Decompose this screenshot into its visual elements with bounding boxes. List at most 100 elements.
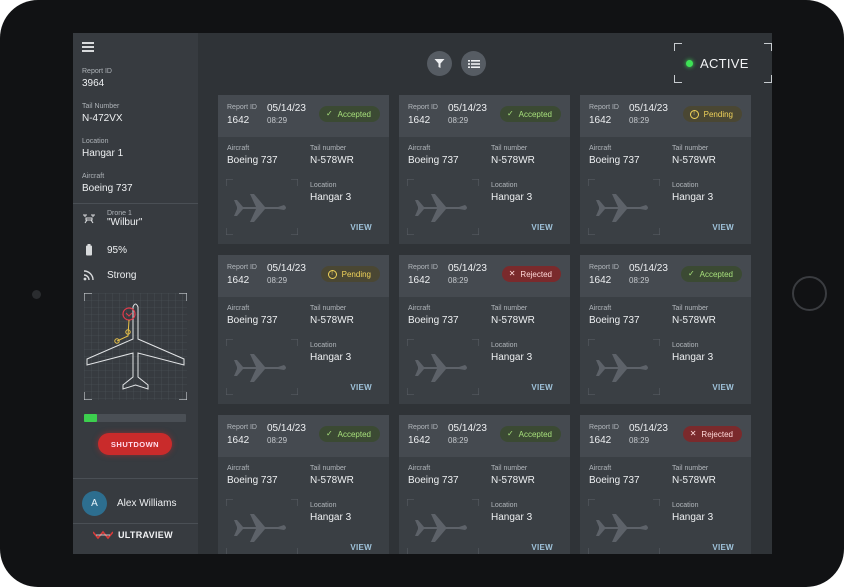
tail-number-label: Tail number bbox=[672, 305, 709, 312]
aircraft-value: Boeing 737 bbox=[408, 315, 459, 326]
app-screen: Report ID 3964 Tail Number N-472VX Locat… bbox=[73, 33, 772, 554]
camera-icon bbox=[32, 290, 41, 299]
tail-number-label: Tail number bbox=[491, 305, 528, 312]
report-card[interactable]: Report ID 1642 05/14/23 08:29 ✕ Rejected… bbox=[399, 255, 570, 404]
drone-name: "Wilbur" bbox=[107, 217, 143, 228]
tail-number-value: N-578WR bbox=[491, 475, 535, 486]
report-card[interactable]: Report ID 1642 05/14/23 08:29 ✓ Accepted… bbox=[399, 415, 570, 554]
aircraft-thumbnail bbox=[225, 498, 299, 554]
tail-number-field: Tail number N-578WR bbox=[310, 305, 354, 326]
report-card[interactable]: Report ID 1642 05/14/23 08:29 ✓ Accepted… bbox=[218, 415, 389, 554]
aircraft-field: Aircraft Boeing 737 bbox=[82, 173, 133, 194]
report-date: 05/14/23 bbox=[629, 263, 668, 274]
aircraft-thumbnail bbox=[406, 178, 480, 236]
report-card[interactable]: Report ID 1642 05/14/23 08:29 ✓ Accepted… bbox=[218, 95, 389, 244]
sidebar: Report ID 3964 Tail Number N-472VX Locat… bbox=[73, 33, 198, 554]
report-id-label: Report ID bbox=[408, 424, 438, 431]
location-field: Location Hangar 1 bbox=[82, 138, 123, 159]
signal-icon bbox=[82, 269, 96, 281]
report-id-value: 1642 bbox=[589, 275, 612, 286]
user-profile[interactable]: A Alex Williams bbox=[82, 491, 176, 516]
view-button[interactable]: VIEW bbox=[712, 543, 734, 552]
tail-number-label: Tail number bbox=[491, 465, 528, 472]
airplane-icon bbox=[234, 354, 286, 382]
report-card-header: Report ID 1642 05/14/23 08:29 ✓ Accepted bbox=[218, 415, 389, 457]
report-card[interactable]: Report ID 1642 05/14/23 08:29 ✓ Accepted… bbox=[580, 255, 751, 404]
close-icon: ✕ bbox=[508, 269, 516, 278]
aircraft-label: Aircraft bbox=[227, 305, 250, 312]
report-id-label: Report ID bbox=[227, 104, 257, 111]
status-badge: ✕ Rejected bbox=[501, 266, 561, 282]
check-icon: ✓ bbox=[325, 429, 333, 438]
status-badge-label: Rejected bbox=[701, 429, 733, 439]
location-label: Location bbox=[491, 182, 518, 189]
tail-number-field: Tail number N-578WR bbox=[672, 305, 716, 326]
aircraft-value: Boeing 737 bbox=[408, 475, 459, 486]
filter-button[interactable] bbox=[427, 51, 452, 76]
tail-number-field: Tail number N-578WR bbox=[491, 465, 535, 486]
report-id-value: 1642 bbox=[408, 435, 431, 446]
report-id-value: 1642 bbox=[589, 115, 612, 126]
report-card[interactable]: Report ID 1642 05/14/23 08:29 ! Pending … bbox=[218, 255, 389, 404]
view-button[interactable]: VIEW bbox=[712, 383, 734, 392]
report-id-label: Report ID bbox=[227, 424, 257, 431]
report-id-label: Report ID bbox=[227, 264, 257, 271]
view-button[interactable]: VIEW bbox=[712, 223, 734, 232]
report-date: 05/14/23 bbox=[448, 423, 487, 434]
report-card-header: Report ID 1642 05/14/23 08:29 ✕ Rejected bbox=[399, 255, 570, 297]
tail-number-value: N-472VX bbox=[82, 113, 123, 124]
status-badge-label: Accepted bbox=[337, 109, 371, 119]
view-button[interactable]: VIEW bbox=[531, 383, 553, 392]
check-icon: ✓ bbox=[506, 429, 514, 438]
battery-value: 95% bbox=[107, 244, 128, 256]
aircraft-label: Aircraft bbox=[82, 173, 105, 180]
location-label: Location bbox=[491, 502, 518, 509]
aircraft-value: Boeing 737 bbox=[227, 155, 278, 166]
report-id-value: 3964 bbox=[82, 78, 105, 89]
aircraft-value: Boeing 737 bbox=[589, 475, 640, 486]
airplane-icon bbox=[415, 354, 467, 382]
report-date: 05/14/23 bbox=[448, 103, 487, 114]
location-field: Location Hangar 3 bbox=[672, 182, 713, 203]
home-button[interactable] bbox=[792, 276, 827, 311]
report-id-label: Report ID bbox=[589, 424, 619, 431]
aircraft-field: Aircraft Boeing 737 bbox=[227, 465, 278, 486]
report-date: 05/14/23 bbox=[629, 423, 668, 434]
hamburger-menu-icon[interactable] bbox=[82, 42, 94, 52]
location-value: Hangar 3 bbox=[672, 352, 714, 363]
view-button[interactable]: VIEW bbox=[531, 223, 553, 232]
tail-number-label: Tail number bbox=[491, 145, 528, 152]
report-time: 08:29 bbox=[448, 276, 469, 285]
report-card-header: Report ID 1642 05/14/23 08:29 ! Pending bbox=[580, 95, 751, 137]
logo-mark-icon bbox=[93, 530, 113, 540]
status-badge: ✓ Accepted bbox=[318, 106, 380, 122]
status-badge-label: Rejected bbox=[520, 269, 552, 279]
report-id-value: 1642 bbox=[227, 115, 250, 126]
location-value: Hangar 3 bbox=[310, 192, 352, 203]
location-field: Location Hangar 3 bbox=[672, 502, 713, 523]
view-button[interactable]: VIEW bbox=[350, 383, 372, 392]
report-card[interactable]: Report ID 1642 05/14/23 08:29 ! Pending … bbox=[580, 95, 751, 244]
aircraft-label: Aircraft bbox=[589, 465, 612, 472]
list-view-button[interactable] bbox=[461, 51, 486, 76]
aircraft-thumbnail bbox=[225, 178, 299, 236]
report-card[interactable]: Report ID 1642 05/14/23 08:29 ✕ Rejected… bbox=[580, 415, 751, 554]
view-button[interactable]: VIEW bbox=[350, 223, 372, 232]
status-badge-label: Accepted bbox=[699, 269, 733, 279]
location-field: Location Hangar 3 bbox=[310, 502, 351, 523]
report-id-value: 1642 bbox=[227, 275, 250, 286]
airplane-icon bbox=[596, 354, 648, 382]
report-time: 08:29 bbox=[448, 116, 469, 125]
report-card[interactable]: Report ID 1642 05/14/23 08:29 ✓ Accepted… bbox=[399, 95, 570, 244]
report-id-label: Report ID bbox=[589, 104, 619, 111]
view-button[interactable]: VIEW bbox=[531, 543, 553, 552]
report-cards-grid: Report ID 1642 05/14/23 08:29 ✓ Accepted… bbox=[218, 95, 758, 554]
aircraft-label: Aircraft bbox=[227, 145, 250, 152]
shutdown-button[interactable]: SHUTDOWN bbox=[98, 433, 172, 455]
aircraft-field: Aircraft Boeing 737 bbox=[408, 305, 459, 326]
report-date: 05/14/23 bbox=[267, 103, 306, 114]
view-button[interactable]: VIEW bbox=[350, 543, 372, 552]
tail-number-label: Tail number bbox=[310, 145, 347, 152]
drone-position-map bbox=[83, 292, 188, 401]
location-label: Location bbox=[672, 342, 699, 349]
